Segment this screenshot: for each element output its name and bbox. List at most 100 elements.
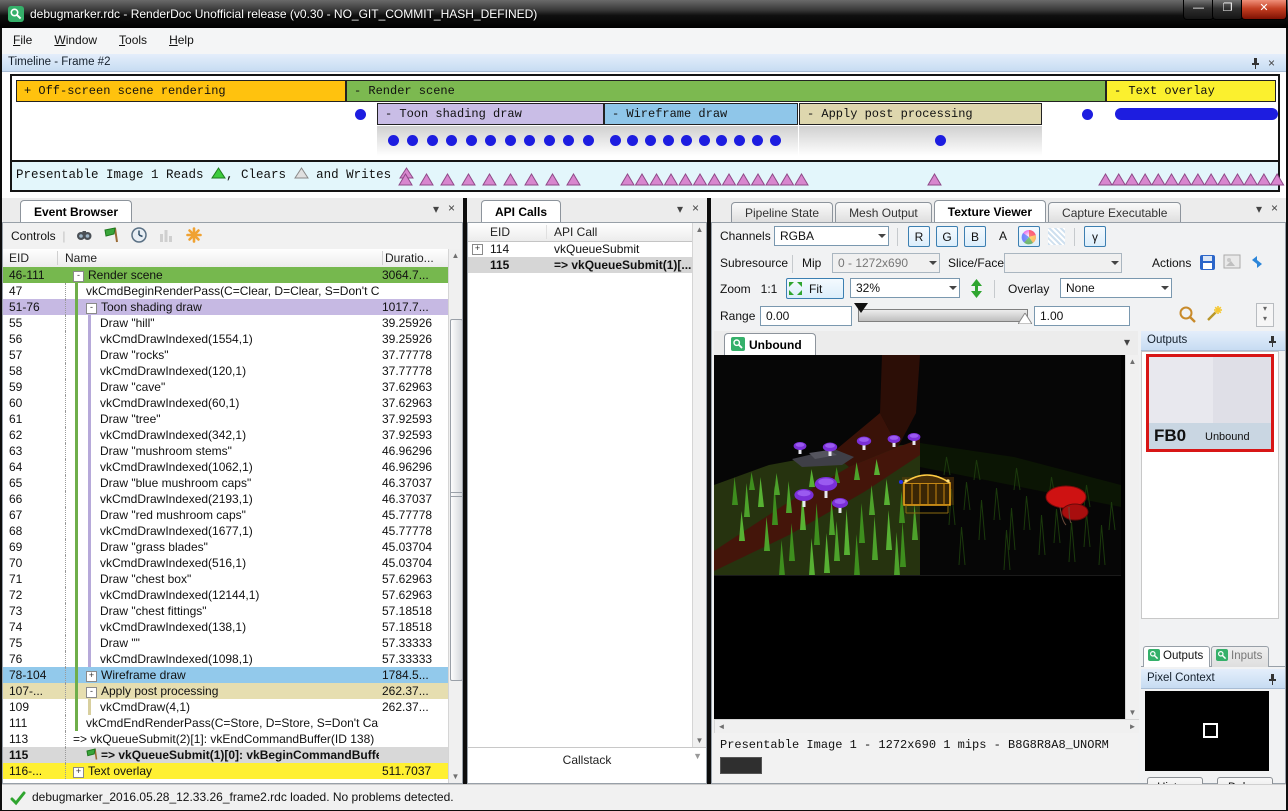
drawcall-dot[interactable] xyxy=(427,135,438,146)
drawcall-dot[interactable] xyxy=(645,135,656,146)
zoom-percent-select[interactable]: 32% xyxy=(850,278,960,298)
tab-outputs[interactable]: Outputs xyxy=(1143,646,1210,667)
tab-event-browser[interactable]: Event Browser xyxy=(20,200,132,224)
drawcall-dot[interactable] xyxy=(524,135,535,146)
timeline-bar--toon-shading-draw[interactable]: - Toon shading draw xyxy=(377,103,604,125)
api-call-row-115[interactable]: 115=> vkQueueSubmit(1)[... xyxy=(468,257,692,273)
find-event-icon[interactable] xyxy=(75,226,93,244)
usage-marker-group[interactable] xyxy=(620,172,825,190)
timeline-panel-header[interactable]: Timeline - Frame #2 × xyxy=(2,54,1286,72)
tab-api-calls[interactable]: API Calls xyxy=(481,200,561,224)
menu-tools[interactable]: Tools xyxy=(108,28,158,53)
scroll-up-icon[interactable]: ▲ xyxy=(1126,355,1139,368)
api-calls-columns[interactable]: EID API Call xyxy=(468,223,692,242)
open-image-icon[interactable] xyxy=(1223,254,1241,270)
event-row-59[interactable]: 59Draw "cave"37.62963 xyxy=(3,379,448,395)
sliceface-select[interactable] xyxy=(1004,253,1122,273)
event-row-67[interactable]: 67Draw "red mushroom caps"45.77778 xyxy=(3,507,448,523)
scroll-right-icon[interactable]: ► xyxy=(1126,720,1139,733)
event-row-109[interactable]: 109vkCmdDraw(4,1)262.37... xyxy=(3,699,448,715)
tab-mesh-output[interactable]: Mesh Output xyxy=(835,202,932,224)
drawcall-dot[interactable] xyxy=(681,135,692,146)
colorwheel-toggle[interactable] xyxy=(1018,226,1040,247)
event-row-51-76[interactable]: 51-76-Toon shading draw1017.7... xyxy=(3,299,448,315)
api-calls-scrollbar[interactable]: ▲ ▼ xyxy=(692,223,706,747)
event-row-64[interactable]: 64vkCmdDrawIndexed(1062,1)46.96296 xyxy=(3,459,448,475)
time-draws-icon[interactable] xyxy=(130,226,148,244)
canvas-hscrollbar[interactable]: ◄ ► xyxy=(714,719,1139,733)
channel-a-toggle[interactable]: A xyxy=(992,226,1014,247)
statistics-icon[interactable] xyxy=(157,226,175,244)
drawcall-dot[interactable] xyxy=(716,135,727,146)
fit-toggle[interactable]: Fit xyxy=(786,278,844,299)
chevron-down-icon[interactable]: ▾ xyxy=(1256,202,1262,216)
timeline-bar--render-scene[interactable]: - Render scene xyxy=(346,80,1106,102)
close-icon[interactable]: × xyxy=(1268,55,1275,72)
expand-icon[interactable]: + xyxy=(472,244,483,255)
drawcall-dot[interactable] xyxy=(935,135,946,146)
pin-icon[interactable] xyxy=(1267,673,1278,685)
overlay-select[interactable]: None xyxy=(1060,278,1172,298)
autofit-wand-icon[interactable] xyxy=(1204,304,1223,323)
close-icon[interactable]: × xyxy=(692,201,699,215)
drawcall-dot[interactable] xyxy=(446,135,457,146)
event-row-63[interactable]: 63Draw "mushroom stems"46.96296 xyxy=(3,443,448,459)
scroll-down-icon[interactable]: ▼ xyxy=(449,770,462,783)
event-row-57[interactable]: 57Draw "rocks"37.77778 xyxy=(3,347,448,363)
usage-marker-group[interactable] xyxy=(927,172,958,190)
drawcall-dot[interactable] xyxy=(355,109,366,120)
title-bar[interactable]: debugmarker.rdc - RenderDoc Unofficial r… xyxy=(0,0,1288,28)
drawcall-dot[interactable] xyxy=(505,135,516,146)
pin-icon[interactable] xyxy=(1267,335,1278,347)
drawcall-dot[interactable] xyxy=(752,135,763,146)
event-browser-scrollbar[interactable]: ▲ ▼ xyxy=(448,249,462,783)
drawcall-dot[interactable] xyxy=(388,135,399,146)
event-row-58[interactable]: 58vkCmdDrawIndexed(120,1)37.77778 xyxy=(3,363,448,379)
channel-g-toggle[interactable]: G xyxy=(936,226,958,247)
event-row-61[interactable]: 61Draw "tree"37.92593 xyxy=(3,411,448,427)
event-row-72[interactable]: 72vkCmdDrawIndexed(12144,1)57.62963 xyxy=(3,587,448,603)
event-row-113[interactable]: 113=> vkQueueSubmit(2)[1]: vkEndCommandB… xyxy=(3,731,448,747)
drawcall-dot[interactable] xyxy=(610,135,621,146)
refresh-arrows-icon[interactable] xyxy=(1248,253,1266,271)
outputs-header[interactable]: Outputs xyxy=(1141,331,1285,351)
chevron-down-icon[interactable]: ▼ xyxy=(693,751,702,761)
event-browser-columns[interactable]: EID Name Duratio... xyxy=(3,249,448,268)
event-row-47[interactable]: 47vkCmdBeginRenderPass(C=Clear, D=Clear,… xyxy=(3,283,448,299)
event-row-116-...[interactable]: 116-...+Text overlay511.7037 xyxy=(3,763,448,779)
scroll-thumb[interactable] xyxy=(450,319,463,681)
usage-marker-group[interactable] xyxy=(398,172,603,190)
drawcall-dot[interactable] xyxy=(485,135,496,146)
range-slider[interactable] xyxy=(858,309,1028,322)
pixel-context-header[interactable]: Pixel Context xyxy=(1141,669,1285,689)
magnifier-icon[interactable] xyxy=(1178,305,1197,324)
event-row-60[interactable]: 60vkCmdDrawIndexed(60,1)37.62963 xyxy=(3,395,448,411)
bookmark-star-icon[interactable] xyxy=(185,226,203,244)
event-row-62[interactable]: 62vkCmdDrawIndexed(342,1)37.92593 xyxy=(3,427,448,443)
event-row-78-104[interactable]: 78-104+Wireframe draw1784.5... xyxy=(3,667,448,683)
pixel-context-view[interactable] xyxy=(1145,691,1269,771)
tab-inputs[interactable]: Inputs xyxy=(1211,646,1269,667)
event-row-68[interactable]: 68vkCmdDrawIndexed(1677,1)45.77778 xyxy=(3,523,448,539)
column-duration[interactable]: Duratio... xyxy=(385,249,434,267)
event-row-56[interactable]: 56vkCmdDrawIndexed(1554,1)39.25926 xyxy=(3,331,448,347)
range-min-input[interactable]: 0.00 xyxy=(760,306,852,326)
event-row-71[interactable]: 71Draw "chest box"57.62963 xyxy=(3,571,448,587)
jump-to-bookmark-icon[interactable] xyxy=(103,226,121,244)
scroll-up-icon[interactable]: ▲ xyxy=(693,223,706,236)
alpha-checker-icon[interactable] xyxy=(1048,228,1065,245)
minimize-button[interactable]: — xyxy=(1183,0,1214,20)
drawcall-dot[interactable] xyxy=(563,135,574,146)
tab-capture-executable[interactable]: Capture Executable xyxy=(1048,202,1181,224)
close-icon[interactable]: × xyxy=(1271,201,1278,215)
close-button[interactable]: ✕ xyxy=(1241,0,1287,20)
drawcall-dot[interactable] xyxy=(466,135,477,146)
drawcall-dot[interactable] xyxy=(663,135,674,146)
menu-file[interactable]: File xyxy=(2,28,43,53)
expand-icon[interactable]: + xyxy=(86,671,97,682)
collapse-icon[interactable]: - xyxy=(73,271,84,282)
drawcall-dot[interactable] xyxy=(583,135,594,146)
column-eid[interactable]: EID xyxy=(9,249,29,267)
column-name[interactable]: Name xyxy=(65,249,97,267)
timeline-graph[interactable]: + Off-screen scene rendering- Render sce… xyxy=(10,74,1280,162)
